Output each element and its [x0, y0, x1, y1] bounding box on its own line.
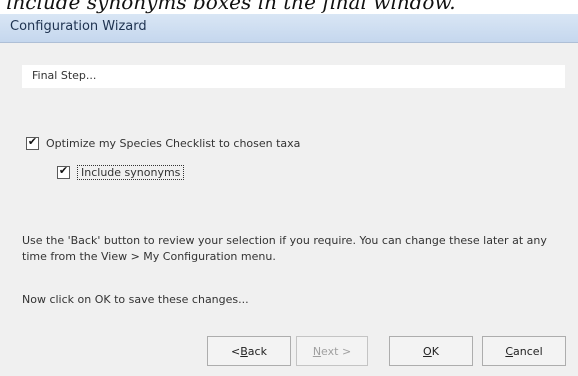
back-button-rest: ack [247, 344, 267, 358]
back-button-accel: B [240, 344, 248, 358]
save-prompt-text: Now click on OK to save these changes... [22, 293, 249, 306]
checkmark-icon: ✔ [58, 163, 69, 177]
cancel-button-accel: C [505, 344, 514, 358]
cancel-button[interactable]: Cancel [482, 336, 566, 366]
step-header: Final Step... [22, 65, 565, 88]
synonyms-focus-rect: Include synonyms [77, 164, 185, 180]
ok-button-rest: K [431, 344, 439, 358]
optimize-checkbox-label: Optimize my Species Checklist to chosen … [46, 136, 301, 150]
cancel-button-rest: ancel [513, 344, 543, 358]
window-titlebar: Configuration Wizard [0, 14, 578, 43]
optimize-checkbox[interactable]: ✔ [26, 134, 39, 150]
optimize-checklist-option[interactable]: ✔ Optimize my Species Checklist to chose… [26, 135, 300, 151]
wizard-panel: Final Step... ✔ Optimize my Species Chec… [0, 43, 578, 376]
ok-button[interactable]: OK [389, 336, 473, 366]
document-text-fragment: include synonyms boxes in the final wind… [0, 0, 578, 14]
back-button[interactable]: < Back [207, 336, 291, 366]
synonyms-checkbox-label: Include synonyms [81, 165, 181, 179]
synonyms-checkbox[interactable]: ✔ [57, 163, 70, 179]
include-synonyms-option[interactable]: ✔ Include synonyms [57, 163, 185, 180]
next-button-accel: N [312, 344, 322, 358]
document-fragment-text: include synonyms boxes in the final wind… [6, 0, 456, 14]
back-button-prefix: < [231, 344, 241, 358]
checkmark-icon: ✔ [27, 134, 38, 148]
next-button[interactable]: Next > [296, 336, 368, 366]
step-label: Final Step... [32, 69, 97, 82]
review-info-text: Use the 'Back' button to review your sel… [22, 234, 547, 263]
window-title: Configuration Wizard [10, 19, 147, 34]
next-button-rest: ext > [321, 344, 352, 358]
ok-button-accel: O [423, 344, 432, 358]
